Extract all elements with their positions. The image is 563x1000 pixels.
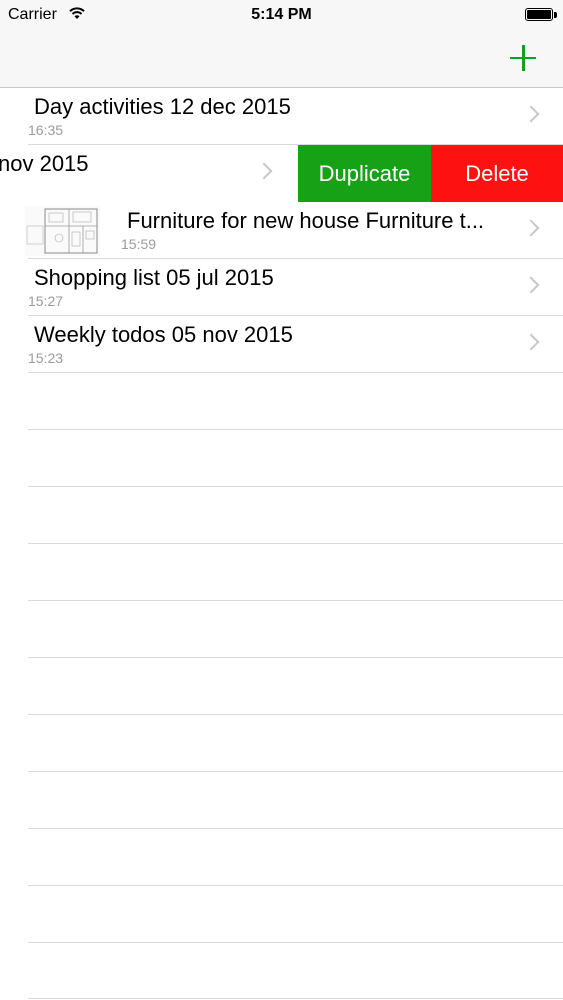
floorplan-thumbnail bbox=[25, 206, 100, 256]
item-title: Weekly todos 05 nov 2015 bbox=[34, 322, 293, 347]
item-time: 15:23 bbox=[28, 350, 64, 366]
floorplan-image bbox=[26, 208, 98, 254]
add-button[interactable] bbox=[507, 42, 539, 74]
list-item[interactable]: Weekly todos 05 nov 2015 15:23 bbox=[0, 316, 563, 373]
empty-row-separator bbox=[28, 998, 563, 999]
item-title: Shopping list 05 jul 2015 bbox=[34, 265, 274, 290]
battery-icon bbox=[525, 8, 553, 21]
item-time: 15:59 bbox=[121, 236, 157, 252]
delete-button[interactable]: Delete bbox=[431, 145, 563, 202]
empty-row-separator bbox=[28, 657, 563, 658]
list-item-swiped[interactable]: nov 2015 Duplicate Delete bbox=[0, 145, 563, 202]
chevron-right-icon bbox=[522, 105, 540, 123]
empty-row-separator bbox=[28, 543, 563, 544]
empty-row-separator bbox=[28, 600, 563, 601]
list-item[interactable]: Furniture for new house Furniture t... 1… bbox=[0, 202, 563, 259]
swiped-row-content[interactable]: nov 2015 bbox=[0, 145, 300, 202]
list-item[interactable]: Shopping list 05 jul 2015 15:27 bbox=[0, 259, 563, 316]
item-title: Furniture for new house Furniture t... bbox=[127, 208, 485, 233]
navigation-bar bbox=[0, 30, 563, 88]
chevron-right-icon bbox=[255, 162, 273, 180]
chevron-right-icon bbox=[522, 276, 540, 294]
item-time: 16:35 bbox=[28, 122, 64, 138]
item-time: 15:27 bbox=[28, 293, 64, 309]
item-title: Day activities 12 dec 2015 bbox=[34, 94, 291, 119]
empty-row-separator bbox=[28, 771, 563, 772]
empty-row-separator bbox=[28, 429, 563, 430]
item-title: nov 2015 bbox=[0, 151, 89, 176]
status-bar: Carrier 5:14 PM bbox=[0, 0, 563, 30]
chevron-right-icon bbox=[522, 219, 540, 237]
empty-row-separator bbox=[28, 486, 563, 487]
empty-row-separator bbox=[28, 942, 563, 943]
empty-row-separator bbox=[28, 714, 563, 715]
empty-row-separator bbox=[28, 828, 563, 829]
row-separator bbox=[28, 372, 563, 373]
battery-tip bbox=[554, 12, 557, 18]
list-item[interactable]: Day activities 12 dec 2015 16:35 bbox=[0, 88, 563, 145]
duplicate-button[interactable]: Duplicate bbox=[298, 145, 431, 202]
empty-row-separator bbox=[28, 885, 563, 886]
chevron-right-icon bbox=[522, 333, 540, 351]
status-time: 5:14 PM bbox=[251, 6, 312, 23]
